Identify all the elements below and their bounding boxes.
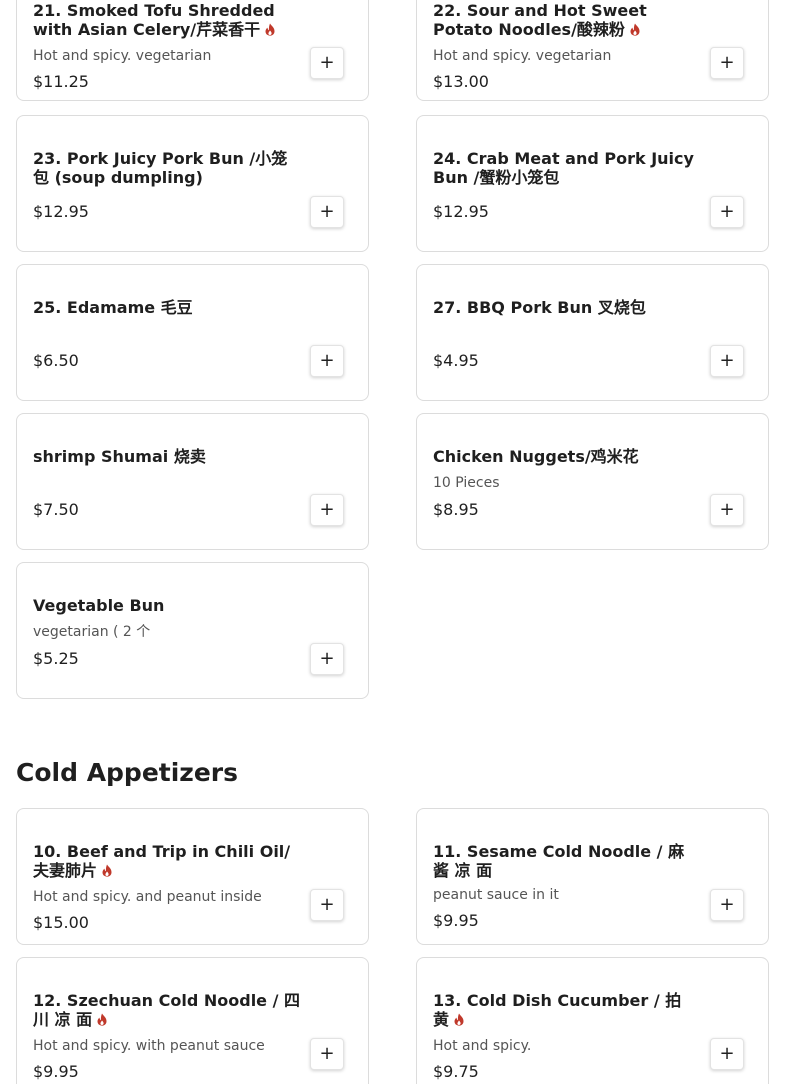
item-name: 21. Smoked Tofu Shredded with Asian Cele… bbox=[33, 1, 275, 39]
menu-item-card[interactable]: 10. Beef and Trip in Chili Oil/夫妻肺片 Hot … bbox=[16, 808, 369, 945]
item-description: 10 Pieces bbox=[433, 475, 500, 491]
item-name: 12. Szechuan Cold Noodle / 四 川 凉 面 bbox=[33, 991, 301, 1029]
add-to-cart-button[interactable]: + bbox=[710, 345, 744, 377]
add-to-cart-button[interactable]: + bbox=[310, 1038, 344, 1070]
plus-icon: + bbox=[319, 350, 335, 371]
item-price: $5.25 bbox=[33, 649, 79, 668]
item-description: peanut sauce in it bbox=[433, 887, 559, 903]
item-name: 24. Crab Meat and Pork Juicy Bun /蟹粉小笼包 bbox=[433, 149, 694, 187]
item-name: 22. Sour and Hot Sweet Potato Noodles/酸辣… bbox=[433, 1, 647, 39]
add-to-cart-button[interactable]: + bbox=[710, 47, 744, 79]
plus-icon: + bbox=[319, 648, 335, 669]
item-price: $9.95 bbox=[33, 1062, 79, 1081]
item-price: $4.95 bbox=[433, 351, 479, 370]
item-description: Hot and spicy. bbox=[433, 1038, 532, 1054]
item-price: $6.50 bbox=[33, 351, 79, 370]
add-to-cart-button[interactable]: + bbox=[710, 196, 744, 228]
add-to-cart-button[interactable]: + bbox=[310, 494, 344, 526]
plus-icon: + bbox=[719, 499, 735, 520]
add-to-cart-button[interactable]: + bbox=[310, 47, 344, 79]
item-description: Hot and spicy. vegetarian bbox=[33, 48, 212, 64]
plus-icon: + bbox=[719, 894, 735, 915]
item-description: Hot and spicy. with peanut sauce bbox=[33, 1038, 265, 1054]
menu-item-card[interactable]: 24. Crab Meat and Pork Juicy Bun /蟹粉小笼包 … bbox=[416, 115, 769, 252]
menu-item-card[interactable]: 25. Edamame 毛豆 $6.50 + bbox=[16, 264, 369, 401]
menu-item-card[interactable]: 11. Sesame Cold Noodle / 麻 酱 凉 面 peanut … bbox=[416, 808, 769, 945]
item-name: shrimp Shumai 烧卖 bbox=[33, 447, 206, 466]
flame-icon bbox=[630, 23, 640, 36]
menu-item-card[interactable]: 27. BBQ Pork Bun 叉烧包 $4.95 + bbox=[416, 264, 769, 401]
plus-icon: + bbox=[719, 52, 735, 73]
menu-item-card[interactable]: Chicken Nuggets/鸡米花 10 Pieces $8.95 + bbox=[416, 413, 769, 550]
item-name: Chicken Nuggets/鸡米花 bbox=[433, 447, 639, 466]
item-name: 10. Beef and Trip in Chili Oil/夫妻肺片 bbox=[33, 842, 291, 880]
menu-item-card[interactable]: 12. Szechuan Cold Noodle / 四 川 凉 面 Hot a… bbox=[16, 957, 369, 1084]
add-to-cart-button[interactable]: + bbox=[710, 494, 744, 526]
flame-icon bbox=[454, 1013, 464, 1026]
plus-icon: + bbox=[319, 499, 335, 520]
flame-icon bbox=[97, 1013, 107, 1026]
menu-item-card[interactable]: 21. Smoked Tofu Shredded with Asian Cele… bbox=[16, 0, 369, 101]
add-to-cart-button[interactable]: + bbox=[310, 196, 344, 228]
add-to-cart-button[interactable]: + bbox=[310, 345, 344, 377]
section-heading: Cold Appetizers bbox=[16, 758, 239, 787]
add-to-cart-button[interactable]: + bbox=[310, 889, 344, 921]
menu-item-card[interactable]: 13. Cold Dish Cucumber / 拍 黄 Hot and spi… bbox=[416, 957, 769, 1084]
plus-icon: + bbox=[319, 894, 335, 915]
item-price: $9.95 bbox=[433, 911, 479, 930]
menu-item-card[interactable]: 22. Sour and Hot Sweet Potato Noodles/酸辣… bbox=[416, 0, 769, 101]
plus-icon: + bbox=[719, 1043, 735, 1064]
flame-icon bbox=[265, 23, 275, 36]
plus-icon: + bbox=[319, 201, 335, 222]
menu-item-card[interactable]: shrimp Shumai 烧卖 $7.50 + bbox=[16, 413, 369, 550]
menu-item-card[interactable]: 23. Pork Juicy Pork Bun /小笼包 (soup dumpl… bbox=[16, 115, 369, 252]
item-price: $15.00 bbox=[33, 913, 89, 932]
flame-icon bbox=[102, 864, 112, 877]
plus-icon: + bbox=[719, 201, 735, 222]
item-price: $7.50 bbox=[33, 500, 79, 519]
item-name: Vegetable Bun bbox=[33, 596, 165, 615]
item-name: 23. Pork Juicy Pork Bun /小笼包 (soup dumpl… bbox=[33, 149, 288, 187]
item-price: $11.25 bbox=[33, 72, 89, 91]
item-name: 25. Edamame 毛豆 bbox=[33, 298, 193, 317]
item-description: Hot and spicy. vegetarian bbox=[433, 48, 612, 64]
add-to-cart-button[interactable]: + bbox=[710, 1038, 744, 1070]
item-price: $12.95 bbox=[33, 202, 89, 221]
plus-icon: + bbox=[319, 1043, 335, 1064]
menu-item-card[interactable]: Vegetable Bun vegetarian ( 2 个 $5.25 + bbox=[16, 562, 369, 699]
item-price: $9.75 bbox=[433, 1062, 479, 1081]
item-price: $12.95 bbox=[433, 202, 489, 221]
item-price: $13.00 bbox=[433, 72, 489, 91]
plus-icon: + bbox=[319, 52, 335, 73]
plus-icon: + bbox=[719, 350, 735, 371]
item-name: 13. Cold Dish Cucumber / 拍 黄 bbox=[433, 991, 682, 1029]
add-to-cart-button[interactable]: + bbox=[710, 889, 744, 921]
add-to-cart-button[interactable]: + bbox=[310, 643, 344, 675]
item-name: 27. BBQ Pork Bun 叉烧包 bbox=[433, 298, 646, 317]
item-description: vegetarian ( 2 个 bbox=[33, 624, 151, 640]
item-price: $8.95 bbox=[433, 500, 479, 519]
item-name: 11. Sesame Cold Noodle / 麻 酱 凉 面 bbox=[433, 842, 685, 880]
item-description: Hot and spicy. and peanut inside bbox=[33, 889, 262, 905]
